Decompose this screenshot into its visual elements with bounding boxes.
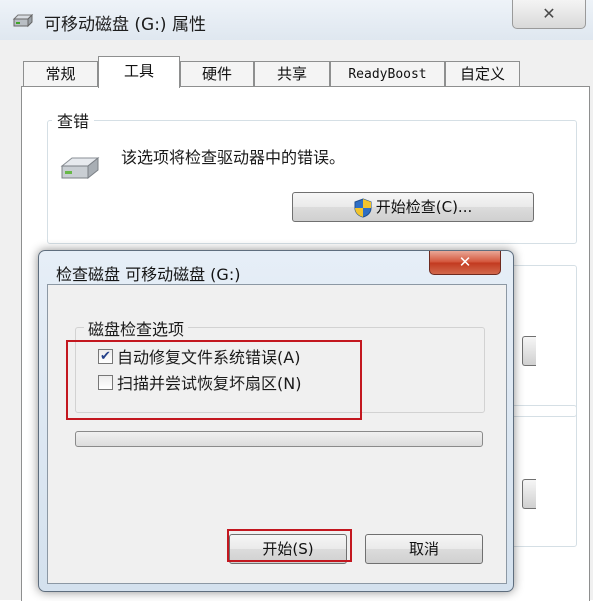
tab-readyboost[interactable]: ReadyBoost	[330, 61, 445, 87]
dialog-title: 检查磁盘 可移动磁盘 (G:)	[56, 265, 241, 284]
disk-check-options-group: 磁盘检查选项 ✔ 自动修复文件系统错误(A) 扫描并尝试恢复坏扇区(N)	[75, 316, 485, 413]
dialog-close-button[interactable]: ✕	[429, 251, 501, 275]
start-check-button[interactable]: 开始检查(C)...	[292, 192, 534, 222]
cancel-button[interactable]: 取消	[365, 534, 483, 564]
hard-drive-icon	[60, 156, 100, 180]
defrag-button-partial[interactable]	[522, 336, 536, 366]
tab-customize[interactable]: 自定义	[445, 61, 520, 87]
backup-button-partial[interactable]	[522, 479, 536, 509]
option-auto-fix[interactable]: ✔ 自动修复文件系统错误(A)	[98, 344, 301, 367]
option-scan-recover[interactable]: 扫描并尝试恢复坏扇区(N)	[98, 370, 302, 393]
check-progress-bar	[75, 431, 483, 447]
close-icon: ✕	[458, 253, 472, 271]
error-check-title: 查错	[52, 108, 95, 132]
tab-tools[interactable]: 工具	[98, 56, 180, 88]
removable-drive-icon	[12, 14, 34, 28]
properties-titlebar[interactable]: 可移动磁盘 (G:) 属性 ✕	[0, 0, 593, 40]
error-check-description: 该选项将检查驱动器中的错误。	[121, 148, 346, 167]
tab-general[interactable]: 常规	[23, 61, 98, 87]
uac-shield-icon	[354, 197, 372, 218]
tab-hardware[interactable]: 硬件	[180, 61, 254, 87]
error-check-group	[47, 120, 577, 244]
properties-title: 可移动磁盘 (G:) 属性	[44, 15, 206, 35]
disk-check-options-title: 磁盘检查选项	[84, 316, 189, 340]
scan-recover-label: 扫描并尝试恢复坏扇区(N)	[117, 374, 302, 393]
start-check-label: 开始检查(C)...	[375, 198, 473, 216]
tab-sharing[interactable]: 共享	[254, 61, 330, 87]
start-button[interactable]: 开始(S)	[229, 534, 347, 564]
close-icon: ✕	[542, 4, 556, 23]
check-disk-dialog: 检查磁盘 可移动磁盘 (G:) ✕ 磁盘检查选项 ✔ 自动修复文件系统错误(A) …	[38, 250, 514, 592]
auto-fix-label: 自动修复文件系统错误(A)	[117, 348, 301, 367]
properties-close-button[interactable]: ✕	[512, 0, 586, 29]
scan-recover-checkbox[interactable]	[98, 374, 113, 390]
dialog-client-area: 磁盘检查选项 ✔ 自动修复文件系统错误(A) 扫描并尝试恢复坏扇区(N) 开始(S…	[47, 284, 507, 584]
auto-fix-checkbox[interactable]: ✔	[98, 348, 113, 364]
